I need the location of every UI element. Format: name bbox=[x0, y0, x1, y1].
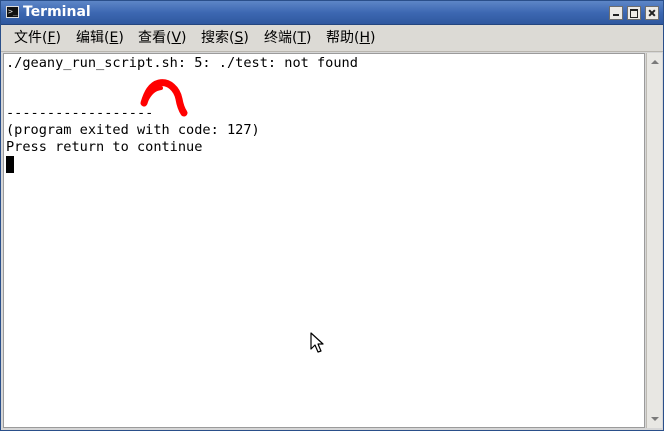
menu-search[interactable]: 搜索(S) bbox=[201, 30, 249, 47]
menu-view-close: ) bbox=[181, 30, 187, 46]
menu-edit[interactable]: 编辑(E) bbox=[76, 30, 124, 47]
terminal-window: >_ Terminal 文件(F) 编辑(E) 查看(V) 搜索(S) 终端(T… bbox=[0, 0, 664, 431]
menu-view[interactable]: 查看(V) bbox=[138, 30, 187, 47]
maximize-button[interactable] bbox=[627, 6, 641, 20]
menu-edit-close: ) bbox=[118, 30, 124, 46]
menu-bar: 文件(F) 编辑(E) 查看(V) 搜索(S) 终端(T) 帮助(H) bbox=[1, 25, 663, 52]
menu-edit-mnemonic: E bbox=[109, 30, 119, 46]
menu-file-mnemonic: F bbox=[47, 30, 56, 46]
menu-help-label: 帮助( bbox=[326, 30, 360, 46]
terminal-icon: >_ bbox=[6, 6, 19, 18]
menu-terminal-close: ) bbox=[306, 30, 312, 46]
menu-file[interactable]: 文件(F) bbox=[14, 30, 61, 47]
terminal-output[interactable]: ./geany_run_script.sh: 5: ./test: not fo… bbox=[3, 53, 645, 428]
text-cursor bbox=[6, 156, 14, 173]
window-title: Terminal bbox=[23, 4, 91, 20]
menu-search-close: ) bbox=[243, 30, 249, 46]
close-button[interactable] bbox=[645, 6, 659, 20]
menu-view-mnemonic: V bbox=[171, 30, 182, 46]
menu-help-close: ) bbox=[370, 30, 376, 46]
menu-search-label: 搜索( bbox=[201, 30, 235, 46]
mouse-pointer-icon bbox=[310, 332, 324, 353]
minimize-button[interactable] bbox=[609, 6, 623, 20]
menu-edit-label: 编辑( bbox=[76, 30, 110, 46]
menu-help[interactable]: 帮助(H) bbox=[326, 30, 375, 47]
title-bar[interactable]: >_ Terminal bbox=[1, 1, 663, 25]
terminal-line: (program exited with code: 127) bbox=[6, 122, 260, 138]
scroll-up-icon[interactable] bbox=[648, 55, 662, 69]
scroll-down-icon[interactable] bbox=[648, 412, 662, 426]
menu-terminal-mnemonic: T bbox=[297, 30, 307, 46]
menu-file-label: 文件( bbox=[14, 30, 48, 46]
vertical-scrollbar[interactable] bbox=[646, 53, 662, 428]
menu-view-label: 查看( bbox=[138, 30, 172, 46]
terminal-line: Press return to continue bbox=[6, 139, 203, 155]
menu-file-close: ) bbox=[55, 30, 61, 46]
menu-terminal[interactable]: 终端(T) bbox=[264, 30, 312, 47]
terminal-line: ./geany_run_script.sh: 5: ./test: not fo… bbox=[6, 55, 358, 71]
menu-help-mnemonic: H bbox=[359, 30, 370, 46]
terminal-line: ------------------ bbox=[6, 105, 154, 121]
menu-terminal-label: 终端( bbox=[264, 30, 298, 46]
